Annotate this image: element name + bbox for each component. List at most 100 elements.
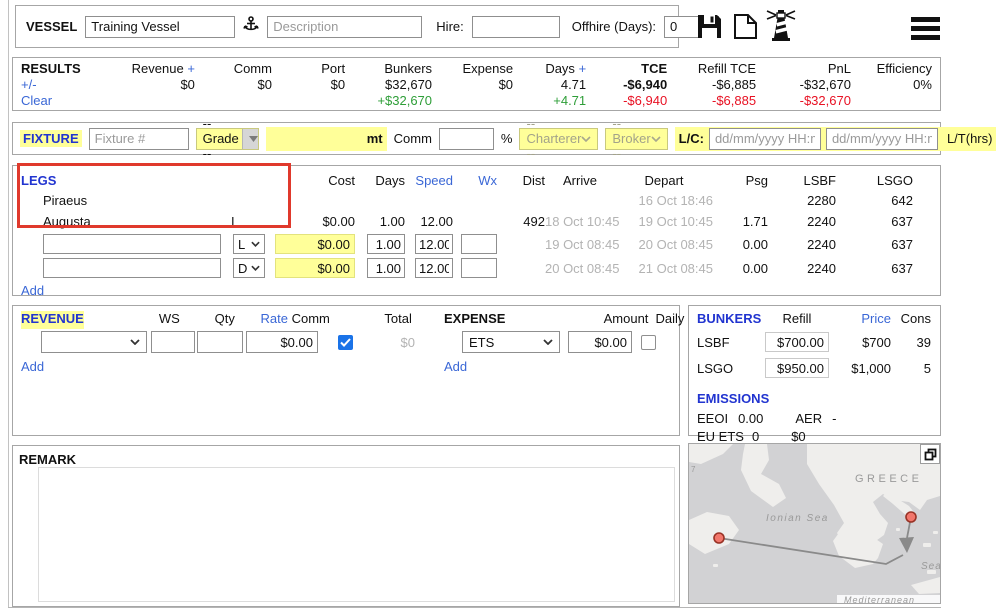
leg-port-name: Augusta	[13, 214, 231, 229]
results-clear-link[interactable]: Clear	[21, 93, 52, 109]
leg-days: 1.00	[355, 214, 405, 229]
leg-type-select[interactable]: D	[233, 258, 265, 278]
leg-speed-input[interactable]	[415, 258, 453, 278]
aer-value: -	[832, 411, 836, 426]
add-revenue-link[interactable]: Add	[21, 359, 44, 374]
col-dist: Dist	[497, 173, 545, 188]
leg-port-input[interactable]	[43, 258, 221, 278]
save-icon[interactable]	[696, 13, 723, 43]
leg-lsgo: 637	[836, 261, 913, 276]
comm-label: Comm	[394, 131, 432, 146]
chevron-down-icon	[651, 136, 661, 142]
leg-port-input[interactable]	[43, 234, 221, 254]
leg-lsbf: 2240	[768, 214, 836, 229]
amount-input[interactable]	[568, 331, 632, 353]
fixture-bar: FIXTURE -- Grade -- mt Comm % -- Charter…	[12, 122, 941, 155]
description-input[interactable]	[267, 16, 422, 38]
page-left-edge	[8, 0, 9, 608]
results-adjust-link[interactable]: +/-	[21, 77, 37, 93]
col-daily: Daily	[648, 311, 684, 329]
leg-days-input[interactable]	[367, 234, 405, 254]
leg-lsgo: 642	[836, 193, 913, 208]
laycan-from-input[interactable]	[709, 128, 821, 150]
charterer-select[interactable]: -- Charterer --	[519, 128, 598, 150]
col-arrive: Arrive	[545, 173, 615, 188]
leg-wx-input[interactable]	[461, 234, 497, 254]
col-amount: Amount	[505, 311, 648, 329]
results-panel: RESULTS +/- Clear Revenue + $0 Comm $0 P…	[12, 57, 941, 111]
cargo-qty-input[interactable]	[270, 128, 362, 150]
lsbf-cons: 39	[891, 335, 931, 350]
map-canvas: 7 GREECE Ionian Sea Sea Mediterranean	[689, 444, 940, 603]
leg-wx-input[interactable]	[461, 258, 497, 278]
results-col-pnl: PnL -$32,670 -$32,670	[756, 61, 851, 107]
port-marker-augusta	[714, 533, 724, 543]
leg-days-input[interactable]	[367, 258, 405, 278]
qty-input[interactable]	[197, 331, 243, 353]
lsgo-refill-input[interactable]	[765, 358, 829, 378]
laycan-label: L/C:	[679, 131, 704, 146]
page-bottom-edge	[8, 607, 941, 608]
fixture-comm-input[interactable]	[439, 128, 494, 150]
leg-row-edit-2: D 20 Oct 08:45 21 Oct 08:45 0.00 2240 63…	[13, 256, 940, 280]
vessel-bar: VESSEL Hire: Offhire (Days):	[15, 5, 679, 48]
results-col-days: Days + 4.71 +4.71	[513, 61, 586, 107]
leg-row-piraeus: Piraeus 16 Oct 18:46 2280 642	[13, 190, 940, 211]
route-map[interactable]: 7 GREECE Ionian Sea Sea Mediterranean	[688, 443, 941, 604]
bunker-row-lsgo: LSGO $1,000 5	[697, 355, 932, 381]
fixture-number-input[interactable]	[89, 128, 189, 150]
new-document-icon[interactable]	[733, 13, 758, 43]
anchor-icon[interactable]	[243, 16, 259, 37]
leg-psg: 0.00	[713, 261, 768, 276]
vessel-name-input[interactable]	[85, 16, 235, 38]
results-col-refill-tce: Refill TCE -$6,885 -$6,885	[667, 61, 756, 107]
expense-section: EXPENSE Amount Daily ETS Add	[444, 311, 684, 374]
laycan-to-input[interactable]	[826, 128, 938, 150]
leg-cost-input[interactable]	[275, 234, 355, 254]
lsbf-refill-input[interactable]	[765, 332, 829, 352]
col-lsgo: LSGO	[836, 173, 913, 188]
map-corner-label: 7	[691, 465, 696, 474]
euets-value: 0	[752, 429, 759, 444]
rate-input[interactable]	[246, 331, 318, 353]
legs-panel: LEGS Cost Days Speed Wx Dist Arrive Depa…	[12, 165, 941, 296]
leg-speed-input[interactable]	[415, 234, 453, 254]
results-col-bunkers: Bunkers $32,670 +$32,670	[345, 61, 432, 107]
leg-arrive: 20 Oct 08:45	[545, 261, 615, 276]
ws-input[interactable]	[151, 331, 195, 353]
emissions-row-1: EEOI 0.00 AER -	[697, 409, 932, 427]
remark-title: REMARK	[19, 452, 76, 467]
check-icon	[340, 338, 351, 347]
add-leg-link[interactable]: Add	[21, 283, 44, 298]
leg-type-select[interactable]: L	[233, 234, 265, 254]
hire-input[interactable]	[472, 16, 560, 38]
expense-type-select[interactable]: ETS	[462, 331, 560, 353]
leg-psg: 0.00	[713, 237, 768, 252]
emissions-title: EMISSIONS	[697, 391, 932, 409]
col-wx[interactable]: Wx	[453, 173, 497, 188]
revenue-expense-panel: REVENUE WS Qty Rate Comm Total $0 Add EX…	[12, 305, 680, 436]
col-speed[interactable]: Speed	[405, 173, 453, 188]
grade-select[interactable]: -- Grade --	[196, 128, 259, 150]
bunkers-header-row: BUNKERS Refill Price Cons	[697, 311, 932, 329]
comm-checkbox[interactable]	[338, 335, 353, 350]
lighthouse-icon[interactable]	[763, 6, 799, 45]
add-expense-link[interactable]: Add	[444, 359, 467, 374]
col-price[interactable]: Price	[829, 311, 891, 329]
chevron-down-icon	[581, 136, 591, 142]
leg-cost-input[interactable]	[275, 258, 355, 278]
results-col-port: Port $0	[272, 61, 345, 107]
revenue-type-select[interactable]	[41, 331, 147, 353]
broker-select[interactable]: -- Broker --	[605, 128, 667, 150]
remark-textarea[interactable]	[38, 467, 675, 602]
daily-checkbox[interactable]	[641, 335, 656, 350]
bunkers-title: BUNKERS	[697, 311, 765, 329]
lsgo-cons: 5	[891, 361, 931, 376]
results-col-tce: TCE -$6,940 -$6,940	[586, 61, 667, 107]
col-rate[interactable]: Rate	[260, 311, 287, 326]
map-country-label: GREECE	[855, 473, 922, 485]
menu-icon[interactable]	[911, 17, 940, 44]
port-marker-piraeus	[906, 512, 916, 522]
chevron-down-icon	[543, 339, 553, 345]
map-expand-button[interactable]	[920, 444, 940, 464]
